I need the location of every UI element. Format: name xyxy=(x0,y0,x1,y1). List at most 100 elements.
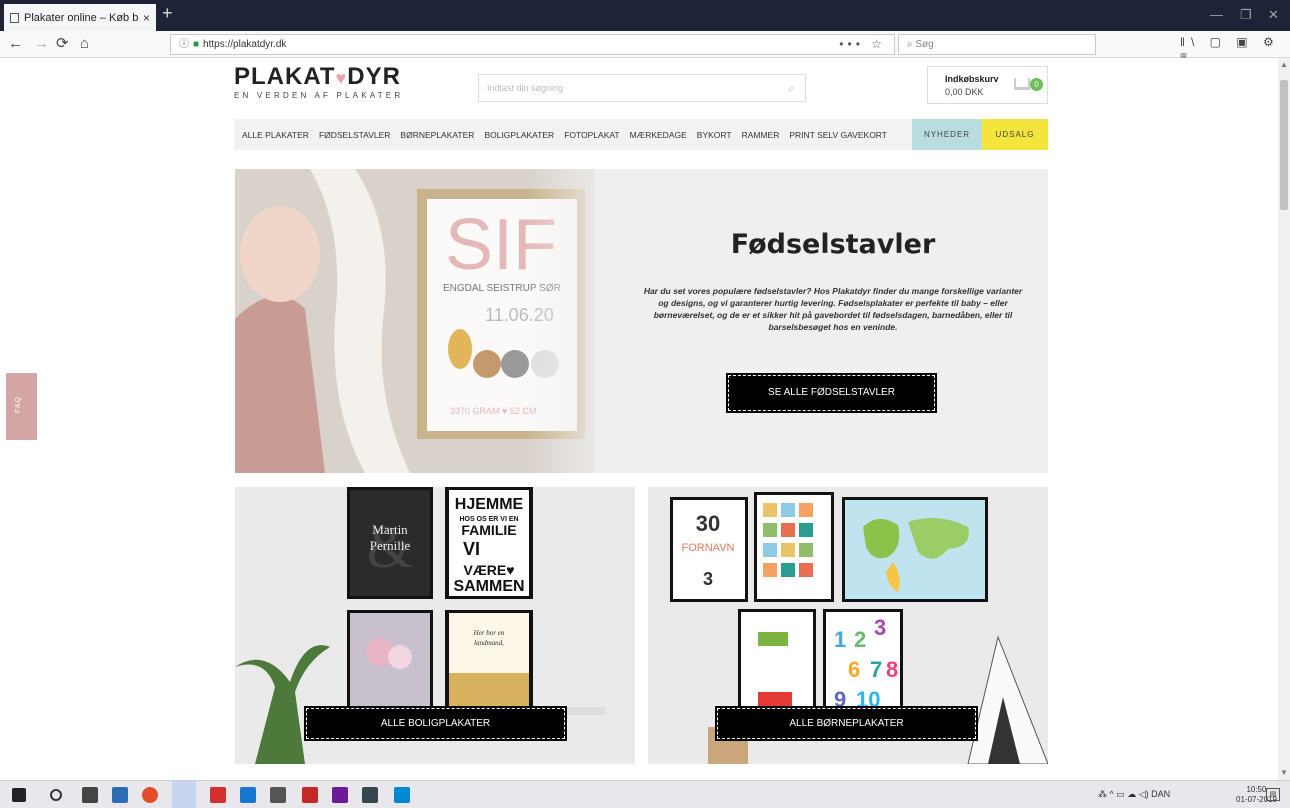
svg-text:3: 3 xyxy=(874,615,886,640)
nav-item-fotoplakat[interactable]: FOTOPLAKAT xyxy=(564,130,619,140)
info-icon[interactable]: ⓘ xyxy=(179,39,189,50)
svg-text:SAMMEN: SAMMEN xyxy=(453,578,524,595)
svg-text:3: 3 xyxy=(703,569,713,589)
boligplakater-tile[interactable]: & Martin Pernille HJEMME HOS OS ER VI EN… xyxy=(235,487,635,764)
scrollbar-thumb[interactable] xyxy=(1280,80,1288,210)
taskbar: ⁂ ^ ▭ ☁ ◁) DAN 10:50 01-07-2019 ▤ xyxy=(0,780,1290,808)
nav-item-bykort[interactable]: BYKORT xyxy=(697,130,732,140)
nav-item-print-selv-gavekort[interactable]: PRINT SELV GAVEKORT xyxy=(789,130,887,140)
faq-tab[interactable]: FAQ xyxy=(6,373,37,440)
hero-fade xyxy=(525,169,615,473)
url-bar[interactable]: ⓘ ■ https://plakatdyr.dk ••• ☆ xyxy=(170,34,895,55)
svg-text:VÆRE♥: VÆRE♥ xyxy=(463,562,514,578)
tab-title: Plakater online – Køb blandt xyxy=(24,11,139,24)
main-navigation: ALLE PLAKATER FØDSELSTAVLER BØRNEPLAKATE… xyxy=(234,119,1048,150)
svg-text:FAMILIE: FAMILIE xyxy=(461,522,516,538)
logo-tagline: EN VERDEN AF PLAKATER xyxy=(234,91,404,100)
faq-label: FAQ xyxy=(15,395,22,413)
site-search-placeholder: Indtast din søgning xyxy=(487,83,564,93)
search-placeholder: Søg xyxy=(915,39,934,50)
app-icon[interactable] xyxy=(394,787,410,803)
svg-text:HJEMME: HJEMME xyxy=(455,496,524,513)
nav-item-alle-plakater[interactable]: ALLE PLAKATER xyxy=(242,130,309,140)
svg-text:Her bor en: Her bor en xyxy=(473,629,505,637)
new-tab-button[interactable]: + xyxy=(162,3,173,24)
minimize-icon[interactable]: — xyxy=(1210,7,1223,22)
svg-text:1: 1 xyxy=(834,627,846,652)
site-search-input[interactable]: Indtast din søgning ⌕ xyxy=(478,74,806,102)
poster-weight-text: 3370 GRAM ♥ 52 CM xyxy=(450,406,536,416)
app-icon[interactable] xyxy=(210,787,226,803)
cart-amount: 0,00 DKK xyxy=(945,87,984,97)
browser-search-input[interactable]: ⌕ Søg xyxy=(898,34,1096,55)
svg-text:30: 30 xyxy=(696,511,720,536)
task-view-icon[interactable] xyxy=(82,787,98,803)
back-icon[interactable]: ← xyxy=(8,35,23,53)
all-boligplakater-button[interactable]: ALLE BOLIGPLAKATER xyxy=(304,706,567,741)
start-icon[interactable] xyxy=(12,788,26,802)
cart-widget[interactable]: Indkøbskurv 0,00 DKK 0 xyxy=(927,66,1048,104)
restore-icon[interactable]: ❐ xyxy=(1240,7,1252,23)
cart-count-badge: 0 xyxy=(1030,78,1043,91)
nav-item-fodselstavler[interactable]: FØDSELSTAVLER xyxy=(319,130,390,140)
lock-icon: ■ xyxy=(193,39,200,50)
browser-tab-bar: Plakater online – Køb blandt × + — ❐ ✕ xyxy=(0,0,1290,31)
firefox-icon[interactable] xyxy=(172,781,196,808)
heart-icon: ♥ xyxy=(335,68,348,88)
url-text: https://plakatdyr.dk xyxy=(203,39,287,50)
page-viewport: PLAKAT♥DYR EN VERDEN AF PLAKATER Indtast… xyxy=(0,58,1278,780)
app-icon[interactable] xyxy=(362,787,378,803)
home-icon[interactable]: ⌂ xyxy=(80,35,89,53)
reload-icon[interactable]: ⟳ xyxy=(56,35,69,53)
hero-title: Fødselstavler xyxy=(730,229,936,260)
calculator-icon[interactable] xyxy=(270,787,286,803)
poster-martin-text: Martin xyxy=(372,522,408,537)
hero-banner[interactable]: SIF ENGDAL SEISTRUP SØR 11.06.20 3370 GR… xyxy=(235,169,1048,473)
browser-tab[interactable]: Plakater online – Køb blandt × xyxy=(4,4,156,31)
explorer-icon[interactable] xyxy=(112,787,128,803)
nav-item-nyheder[interactable]: NYHEDER xyxy=(912,119,982,150)
svg-text:Pernille: Pernille xyxy=(370,538,411,553)
svg-text:7: 7 xyxy=(870,657,882,682)
page-scrollbar[interactable]: ▲ ▼ xyxy=(1278,58,1290,780)
chrome-icon[interactable] xyxy=(142,787,158,803)
page-actions-icon[interactable]: ••• ☆ xyxy=(839,35,886,54)
svg-text:8: 8 xyxy=(886,657,898,682)
cart-icon xyxy=(1014,78,1030,90)
search-icon[interactable] xyxy=(50,789,62,801)
svg-text:2: 2 xyxy=(854,627,866,652)
app-icon[interactable] xyxy=(332,787,348,803)
search-icon[interactable]: ⌕ xyxy=(788,75,795,101)
logo-text-plakat: PLAKAT xyxy=(234,63,336,90)
close-tab-icon[interactable]: × xyxy=(143,11,150,25)
pdf-icon[interactable] xyxy=(302,787,318,803)
logo-text-dyr: DYR xyxy=(347,63,401,90)
nav-item-boligplakater[interactable]: BOLIGPLAKATER xyxy=(484,130,554,140)
scroll-down-icon[interactable]: ▼ xyxy=(1280,768,1288,777)
svg-text:FORNAVN: FORNAVN xyxy=(682,542,735,554)
system-tray[interactable]: ⁂ ^ ▭ ☁ ◁) DAN xyxy=(1098,789,1170,800)
notification-icon[interactable]: ▤ xyxy=(1266,788,1280,801)
svg-text:6: 6 xyxy=(848,657,860,682)
all-borneplakater-button[interactable]: ALLE BØRNEPLAKATER xyxy=(715,706,978,741)
svg-text:landmand,: landmand, xyxy=(474,639,504,647)
language-indicator[interactable]: DAN xyxy=(1151,789,1170,799)
favicon-icon xyxy=(10,12,19,23)
browser-toolbar: ← → ⟳ ⌂ ⓘ ■ https://plakatdyr.dk ••• ☆ ⌕ S… xyxy=(0,31,1290,63)
tray-icons[interactable]: ⁂ ^ ▭ ☁ ◁) xyxy=(1098,789,1151,799)
screen: Plakater online – Køb blandt × + — ❐ ✕ ←… xyxy=(0,0,1290,808)
scroll-up-icon[interactable]: ▲ xyxy=(1280,60,1288,69)
svg-text:VI: VI xyxy=(463,539,480,559)
site-logo[interactable]: PLAKAT♥DYR EN VERDEN AF PLAKATER xyxy=(234,63,404,101)
nav-item-maerkedage[interactable]: MÆRKEDAGE xyxy=(630,130,687,140)
forward-icon[interactable]: → xyxy=(34,35,49,53)
borneplakater-tile[interactable]: 30 FORNAVN 3 1 2 3 6 7 8 9 10 ALLE BØRNE… xyxy=(648,487,1048,764)
hero-description: Har du set vores populære fødselstavler?… xyxy=(643,286,1023,332)
nav-item-rammer[interactable]: RAMMER xyxy=(742,130,780,140)
close-window-icon[interactable]: ✕ xyxy=(1268,7,1279,23)
app-icon[interactable] xyxy=(240,787,256,803)
cart-label: Indkøbskurv xyxy=(945,74,999,84)
nav-item-udsalg[interactable]: UDSALG xyxy=(982,119,1048,150)
nav-item-borneplakater[interactable]: BØRNEPLAKATER xyxy=(400,130,474,140)
see-all-birth-posters-button[interactable]: SE ALLE FØDSELSTAVLER xyxy=(726,373,937,413)
